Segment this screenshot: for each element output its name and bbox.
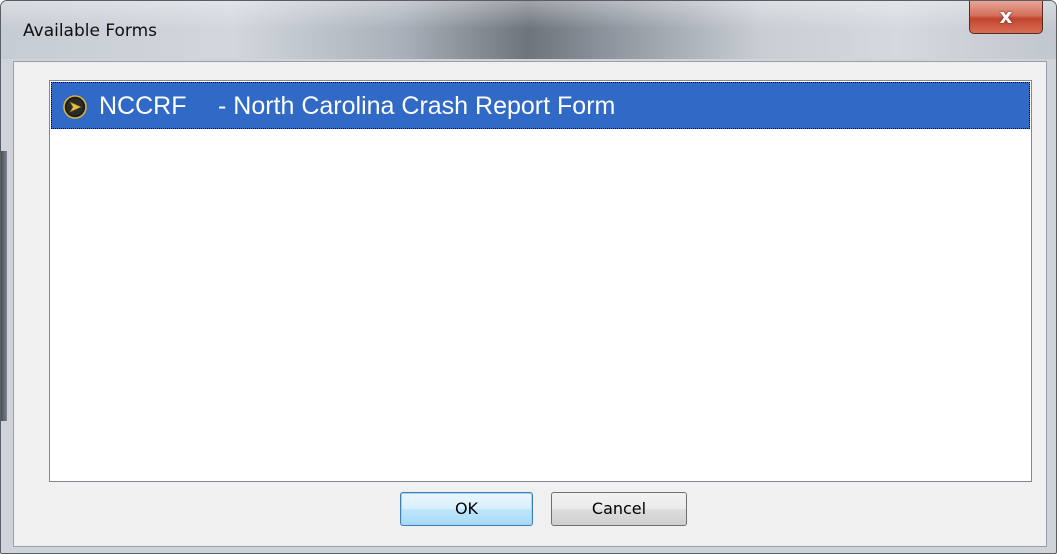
form-code: NCCRF (99, 92, 187, 120)
close-icon: x (999, 4, 1013, 28)
title-bar[interactable]: Available Forms (1, 1, 1056, 59)
list-item-nccrf[interactable]: NCCRF - North Carolina Crash Report Form (51, 82, 1030, 129)
form-description: - North Carolina Crash Report Form (218, 92, 616, 120)
cancel-button[interactable]: Cancel (551, 492, 687, 526)
close-button[interactable]: x (969, 1, 1043, 34)
form-play-icon (63, 95, 87, 119)
ok-button[interactable]: OK (400, 492, 533, 526)
window-title: Available Forms (23, 21, 158, 41)
dialog-content: NCCRF - North Carolina Crash Report Form… (13, 61, 1047, 547)
window-frame-edge (1, 151, 7, 421)
forms-listbox[interactable]: NCCRF - North Carolina Crash Report Form (49, 80, 1032, 482)
available-forms-dialog: Available Forms x NCCRF - North Carolina… (0, 0, 1057, 554)
